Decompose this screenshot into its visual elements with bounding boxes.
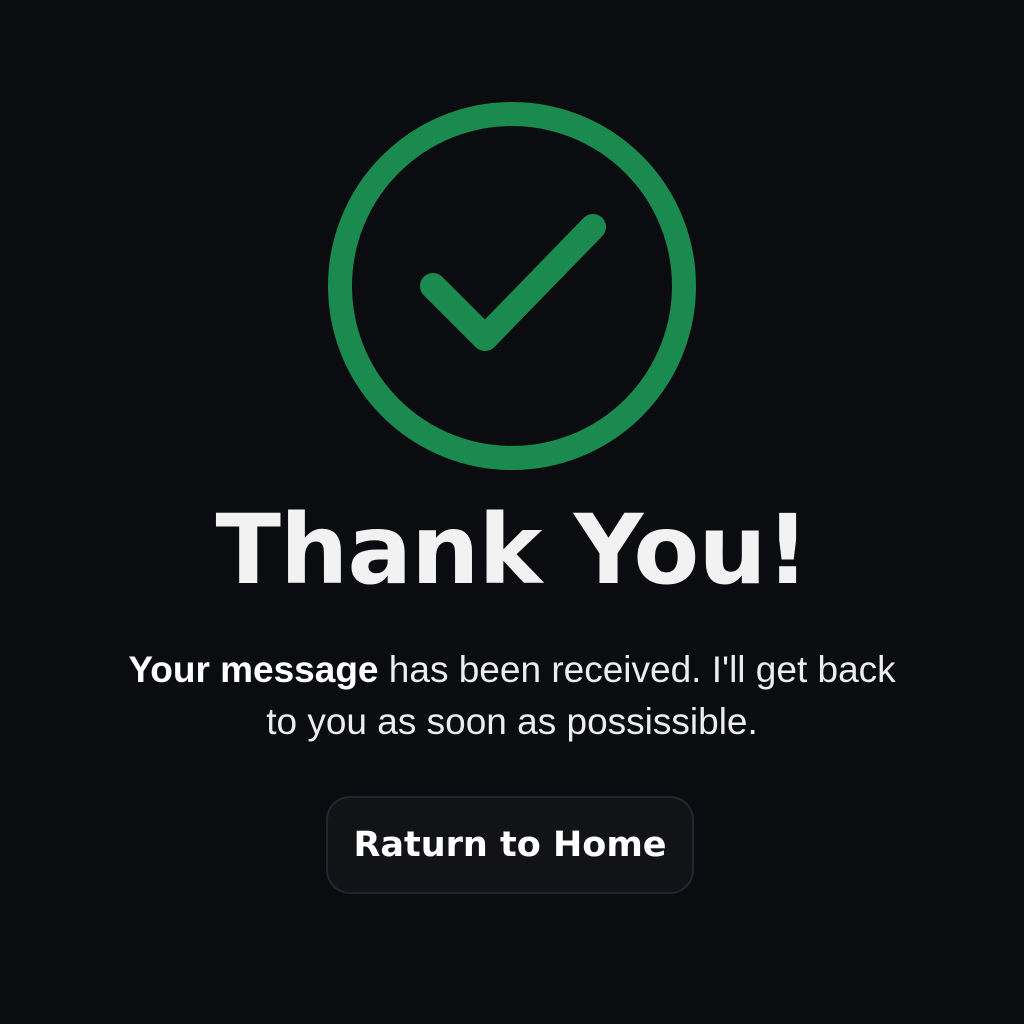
- page-title: Thank You!: [215, 494, 810, 606]
- return-home-button[interactable]: Raturn to Home: [326, 796, 694, 894]
- message-emphasis: Your message: [128, 649, 379, 690]
- confirmation-message: Your message has been received. I'll get…: [112, 644, 912, 748]
- checkmark-circle-icon: [327, 101, 697, 471]
